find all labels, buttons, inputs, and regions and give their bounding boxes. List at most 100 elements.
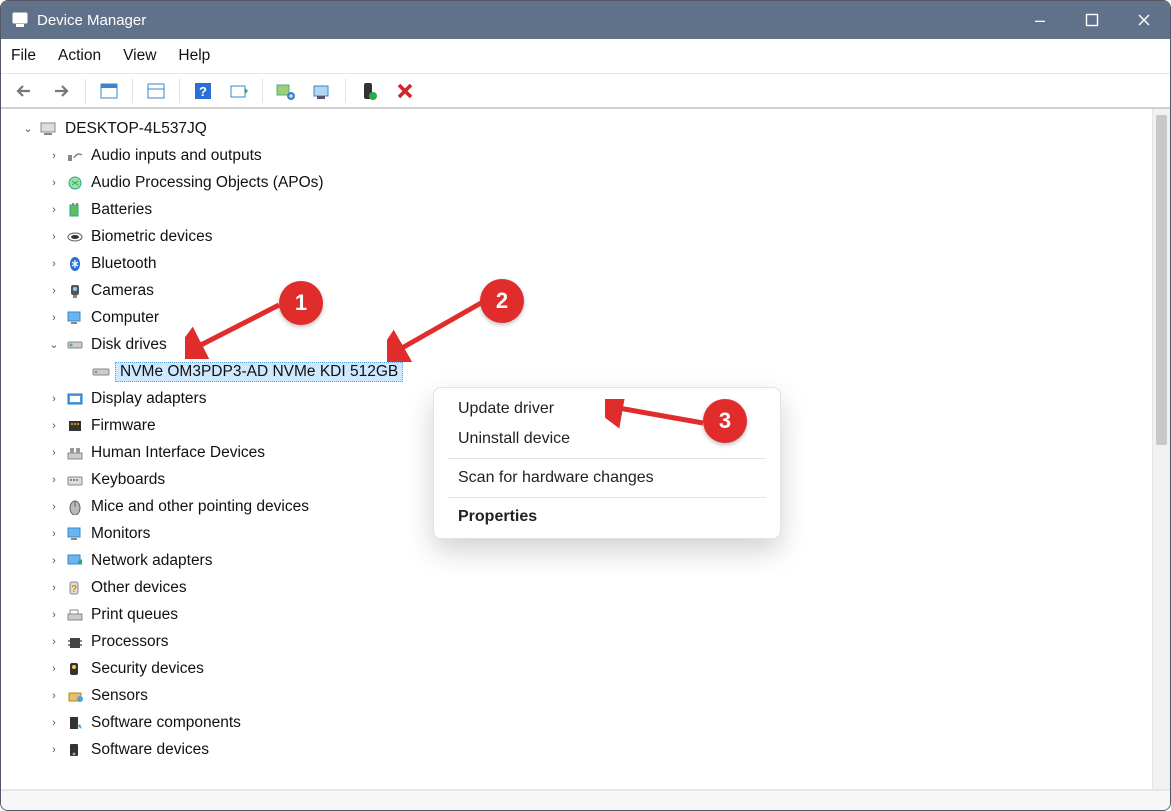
expand-arrow-icon[interactable]: › [45,228,63,246]
tree-item-label: Sensors [89,687,150,705]
menu-view[interactable]: View [123,47,156,65]
expand-arrow-icon[interactable]: › [45,255,63,273]
tree-item-label: Monitors [89,525,152,543]
category-icon [65,417,85,435]
titlebar: Device Manager – [1,1,1170,39]
annotation-arrow-2 [387,297,487,362]
window-title: Device Manager [37,12,146,29]
category-icon [65,282,85,300]
expand-arrow-icon[interactable]: ⌄ [45,336,63,354]
expand-arrow-icon[interactable]: › [45,633,63,651]
tree-child-label: NVMe OM3PDP3-AD NVMe KDI 512GB [115,362,403,382]
category-icon [65,498,85,516]
tree-item-label: Security devices [89,660,206,678]
device-manager-window: Device Manager – File Action View Help ? [0,0,1171,811]
tree-item-label: Biometric devices [89,228,214,246]
scan-button[interactable] [222,77,256,105]
app-icon [11,11,29,29]
expand-arrow-icon[interactable]: ⌄ [19,120,37,138]
help-button[interactable]: ? [186,77,220,105]
ctx-properties[interactable]: Properties [434,502,780,532]
expand-arrow-icon[interactable]: › [45,714,63,732]
category-icon [65,633,85,651]
category-icon [65,255,85,273]
tree-item-label: Network adapters [89,552,214,570]
expand-arrow-icon[interactable]: › [45,552,63,570]
tree-item[interactable]: ›Software components [7,709,1152,736]
back-button[interactable] [9,77,43,105]
expand-arrow-icon[interactable]: › [45,660,63,678]
show-hidden-button[interactable] [92,77,126,105]
properties-button[interactable] [139,77,173,105]
delete-button[interactable] [388,77,422,105]
tree-item-label: Audio Processing Objects (APOs) [89,174,326,192]
tree-item[interactable]: ›Computer [7,304,1152,331]
maximize-button[interactable] [1066,1,1118,39]
menu-file[interactable]: File [11,47,36,65]
enable-button[interactable] [352,77,386,105]
menu-action[interactable]: Action [58,47,101,65]
expand-arrow-icon[interactable]: › [45,579,63,597]
menu-help[interactable]: Help [178,47,210,65]
tree-item-label: Human Interface Devices [89,444,267,462]
disk-drive-icon [91,363,111,381]
tree-item[interactable]: › Sensors [7,682,1152,709]
tree-root[interactable]: ⌄ DESKTOP-4L537JQ [7,115,1152,142]
uninstall-button[interactable] [305,77,339,105]
category-icon [65,336,85,354]
tree-item[interactable]: › Biometric devices [7,223,1152,250]
category-icon [65,147,85,165]
tree-item-label: Mice and other pointing devices [89,498,311,516]
tree-item[interactable]: ›Bluetooth [7,250,1152,277]
expand-arrow-icon[interactable]: › [45,741,63,759]
tree-item[interactable]: ⌄Disk drives [7,331,1152,358]
tree-item-label: Print queues [89,606,180,624]
forward-button[interactable] [45,77,79,105]
tree-item[interactable]: ›Processors [7,628,1152,655]
category-icon [65,552,85,570]
category-icon [65,309,85,327]
tree-item[interactable]: › Audio Processing Objects (APOs) [7,169,1152,196]
tree-item-label: Cameras [89,282,156,300]
expand-arrow-icon[interactable]: › [45,444,63,462]
tree-item-label: Firmware [89,417,158,435]
expand-arrow-icon[interactable]: › [45,201,63,219]
update-driver-button[interactable] [269,77,303,105]
tree-item-label: Software devices [89,741,211,759]
svg-text:?: ? [199,84,207,99]
ctx-scan-hardware[interactable]: Scan for hardware changes [434,463,780,493]
tree-item[interactable]: › Security devices [7,655,1152,682]
vertical-scrollbar[interactable] [1152,109,1170,789]
tree-item-label: Batteries [89,201,154,219]
expand-arrow-icon[interactable]: › [45,606,63,624]
expand-arrow-icon[interactable]: › [45,687,63,705]
tree-child-item[interactable]: ›NVMe OM3PDP3-AD NVMe KDI 512GB [7,358,1152,385]
tree-item[interactable]: › Cameras [7,277,1152,304]
expand-arrow-icon[interactable]: › [45,471,63,489]
tree-item[interactable]: › Network adapters [7,547,1152,574]
scrollbar-thumb[interactable] [1156,115,1167,445]
expand-arrow-icon[interactable]: › [45,390,63,408]
expand-arrow-icon[interactable]: › [45,417,63,435]
expand-arrow-icon[interactable]: › [45,174,63,192]
category-icon [65,714,85,732]
expand-arrow-icon[interactable]: › [45,309,63,327]
tree-item-label: Other devices [89,579,189,597]
close-button[interactable] [1118,1,1170,39]
tree-item[interactable]: › Software devices [7,736,1152,763]
tree-item[interactable]: › Batteries [7,196,1152,223]
tree-item[interactable]: › Print queues [7,601,1152,628]
expand-arrow-icon[interactable]: › [45,282,63,300]
category-icon [65,201,85,219]
tree-root-label: DESKTOP-4L537JQ [63,120,209,138]
category-icon [65,606,85,624]
tree-item[interactable]: ›?Other devices [7,574,1152,601]
menubar: File Action View Help [1,39,1170,73]
tree-item[interactable]: ›Audio inputs and outputs [7,142,1152,169]
category-icon [65,444,85,462]
expand-arrow-icon[interactable]: › [45,498,63,516]
minimize-button[interactable]: – [1014,1,1066,39]
category-icon: ? [65,579,85,597]
expand-arrow-icon[interactable]: › [45,525,63,543]
expand-arrow-icon[interactable]: › [45,147,63,165]
